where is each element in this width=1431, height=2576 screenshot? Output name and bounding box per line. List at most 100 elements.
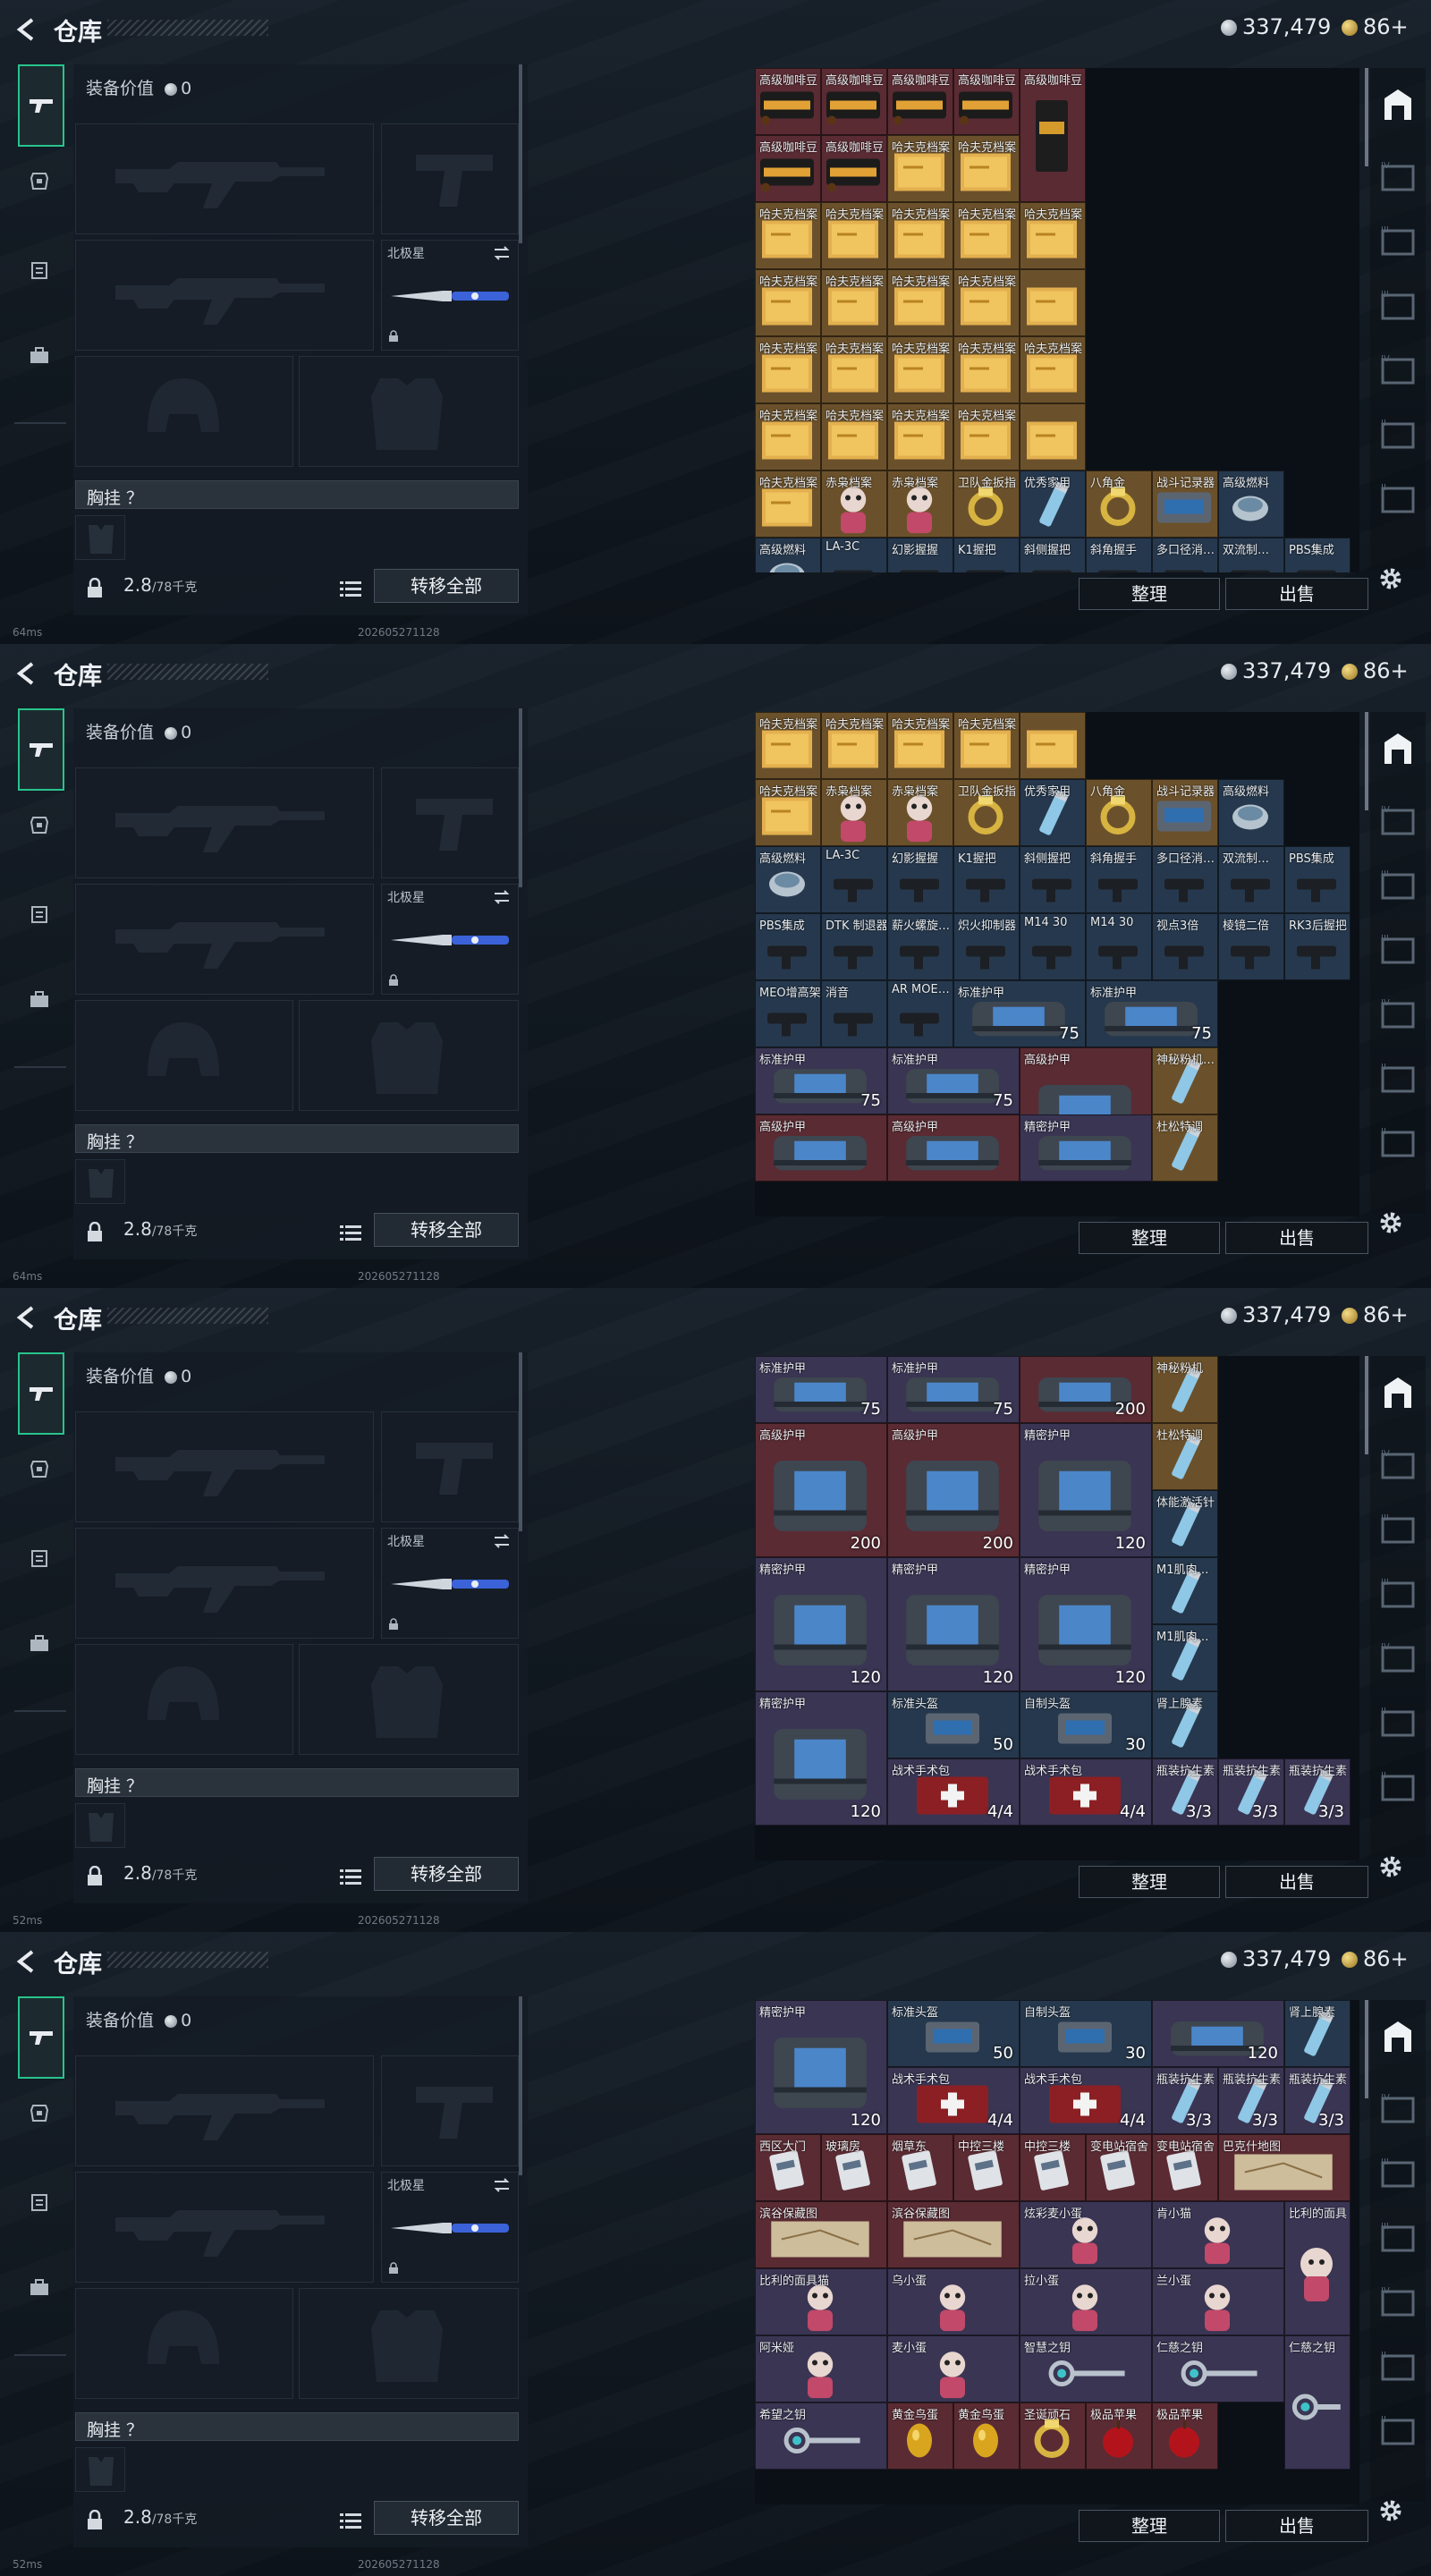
chest-rig-slot[interactable] — [75, 2447, 125, 2492]
storage-tab-7-icon[interactable]: II — [1377, 479, 1418, 519]
nav-weapons[interactable] — [18, 708, 64, 791]
inventory-item[interactable]: LA-3C — [821, 538, 887, 572]
storage-tab-5-icon[interactable]: IV — [1377, 1639, 1418, 1678]
inventory-item[interactable]: 双流制… — [1218, 538, 1284, 572]
storage-tab-2-icon[interactable]: IV — [1377, 1445, 1418, 1485]
inventory-item[interactable]: 战斗记录器 — [1152, 470, 1218, 538]
nav-armor[interactable] — [18, 1447, 61, 1490]
nav-armor[interactable] — [18, 2091, 61, 2134]
inventory-item[interactable]: 滨谷保藏图 — [755, 2201, 887, 2268]
inventory-item[interactable]: 棱镜二倍 — [1218, 913, 1284, 980]
storage-tab-2-icon[interactable]: IV — [1377, 2089, 1418, 2129]
pistol-slot[interactable] — [381, 2055, 519, 2166]
chest-rig-header[interactable]: 胸挂 ？ — [75, 1768, 519, 1797]
inventory-item[interactable]: 精密护甲 120 — [1020, 1557, 1152, 1691]
inventory-item[interactable]: 幻影握握 — [887, 846, 953, 913]
secondary-weapon-slot[interactable] — [75, 1528, 374, 1639]
nav-chest-rig[interactable] — [18, 2181, 61, 2224]
inventory-item[interactable]: 哈夫克档案 — [953, 712, 1020, 779]
inventory-item[interactable]: 哈夫克档案 — [953, 135, 1020, 202]
inventory-item[interactable]: 杜松特调 — [1152, 1423, 1218, 1490]
inventory-item[interactable]: RK3后握把 — [1284, 913, 1351, 980]
silver-currency[interactable]: 337,479 — [1221, 1302, 1331, 1327]
inventory-item[interactable]: 战术手术包 4/4 — [1020, 1758, 1152, 1826]
inventory-item[interactable]: 卫队金扳指 — [953, 779, 1020, 846]
storage-tab-7-icon[interactable]: II — [1377, 1123, 1418, 1163]
inventory-item[interactable]: 哈夫克档案 — [755, 336, 821, 403]
secondary-weapon-slot[interactable] — [75, 240, 374, 351]
inventory-item[interactable]: 哈夫克档案 — [821, 403, 887, 470]
inventory-item[interactable]: 滨谷保藏图 — [887, 2201, 1020, 2268]
chest-rig-header[interactable]: 胸挂 ？ — [75, 2412, 519, 2441]
inventory-item[interactable]: 黄金鸟蛋 — [887, 2402, 953, 2470]
storage-tab-2-icon[interactable]: IV — [1377, 157, 1418, 197]
pistol-slot[interactable] — [381, 123, 519, 234]
body-armor-slot[interactable] — [299, 1644, 519, 1755]
gold-currency[interactable]: 86+ — [1342, 1302, 1409, 1327]
inventory-item[interactable]: 黄金鸟蛋 — [953, 2402, 1020, 2470]
secondary-weapon-slot[interactable] — [75, 2172, 374, 2283]
inventory-item[interactable]: 兰小蛋 — [1152, 2268, 1284, 2335]
inventory-item[interactable]: 幻影握握 — [887, 538, 953, 572]
nav-armor[interactable] — [18, 803, 61, 846]
inventory-item[interactable]: 瓶装抗生素 3/3 — [1152, 2067, 1218, 2134]
inventory-item[interactable]: 标准护甲 75 — [1086, 980, 1218, 1047]
inventory-item[interactable]: 精密护甲 — [1020, 1114, 1152, 1182]
inventory-item[interactable]: 高级咖啡豆 — [821, 68, 887, 135]
melee-slot[interactable]: 北极星 — [381, 2172, 519, 2283]
inventory-item[interactable]: PBS集成 — [755, 913, 821, 980]
inventory-item[interactable]: 视点3倍 — [1152, 913, 1218, 980]
inventory-item[interactable]: LA-3C — [821, 846, 887, 913]
home-storage-icon[interactable] — [1377, 84, 1418, 123]
storage-tab-4-icon[interactable]: III — [1377, 930, 1418, 970]
inventory-item[interactable]: 变电站宿舍 — [1086, 2134, 1152, 2201]
inventory-item[interactable]: 哈夫克档案 — [953, 269, 1020, 336]
inventory-item[interactable]: 赤枭档案 — [887, 470, 953, 538]
storage-tab-6-icon[interactable]: II — [1377, 1059, 1418, 1098]
inventory-item[interactable]: 薪火螺旋… — [887, 913, 953, 980]
chest-rig-header[interactable]: 胸挂 ？ — [75, 480, 519, 509]
inventory-item[interactable]: 哈夫克档案 — [953, 403, 1020, 470]
list-icon[interactable] — [340, 1224, 361, 1241]
inventory-item[interactable]: 高级咖啡豆 — [887, 68, 953, 135]
storage-tab-3-icon[interactable]: III — [1377, 222, 1418, 261]
inventory-item[interactable]: 哈夫克档案 — [755, 779, 821, 846]
chest-rig-slot[interactable] — [75, 515, 125, 560]
inventory-item[interactable]: 瓶装抗生素 3/3 — [1218, 1758, 1284, 1826]
inventory-item[interactable]: 仁慈之钥 — [1284, 2335, 1351, 2470]
inventory-item[interactable]: 标准护甲 75 — [755, 1356, 887, 1423]
inventory-item[interactable]: 哈夫克档案 — [1020, 202, 1086, 269]
chest-rig-slot[interactable] — [75, 1803, 125, 1848]
sort-button[interactable]: 整理 — [1079, 1866, 1220, 1898]
inventory-item[interactable]: 高级护甲 — [755, 1114, 887, 1182]
inventory-item[interactable]: 消音 — [821, 980, 887, 1047]
inventory-item[interactable]: 标准头盔 50 — [887, 2000, 1020, 2067]
storage-tab-4-icon[interactable]: III — [1377, 1574, 1418, 1614]
move-all-button[interactable]: 转移全部 — [374, 1857, 519, 1891]
inventory-item[interactable]: 优秀家用 — [1020, 470, 1086, 538]
storage-tab-5-icon[interactable]: IV — [1377, 995, 1418, 1034]
nav-backpack[interactable] — [18, 335, 61, 377]
inventory-item[interactable]: 战术手术包 4/4 — [887, 1758, 1020, 1826]
helmet-slot[interactable] — [75, 1000, 293, 1111]
nav-backpack[interactable] — [18, 979, 61, 1021]
storage-tab-6-icon[interactable]: II — [1377, 415, 1418, 454]
melee-slot[interactable]: 北极星 — [381, 884, 519, 995]
inventory-item[interactable]: AR MOE… — [887, 980, 953, 1047]
inventory-item[interactable]: 中控三楼 — [953, 2134, 1020, 2201]
gold-currency[interactable]: 86+ — [1342, 1946, 1409, 1971]
helmet-slot[interactable] — [75, 2288, 293, 2399]
inventory-item[interactable]: 神秘粉机 — [1152, 1356, 1218, 1423]
back-arrow-icon[interactable] — [13, 1304, 39, 1331]
inventory-item[interactable]: 卫队金扳指 — [953, 470, 1020, 538]
sell-button[interactable]: 出售 — [1225, 1222, 1368, 1254]
inventory-item[interactable]: 哈夫克档案 — [821, 712, 887, 779]
inventory-item[interactable]: 仁慈之钥 — [1152, 2335, 1284, 2402]
inventory-item[interactable]: 肾上腺素 — [1284, 2000, 1351, 2067]
secondary-weapon-slot[interactable] — [75, 884, 374, 995]
inventory-item[interactable]: 战术手术包 4/4 — [887, 2067, 1020, 2134]
inventory-item[interactable]: 双流制… — [1218, 846, 1284, 913]
silver-currency[interactable]: 337,479 — [1221, 14, 1331, 39]
inventory-item[interactable]: 乌小蛋 — [887, 2268, 1020, 2335]
nav-chest-rig[interactable] — [18, 249, 61, 292]
